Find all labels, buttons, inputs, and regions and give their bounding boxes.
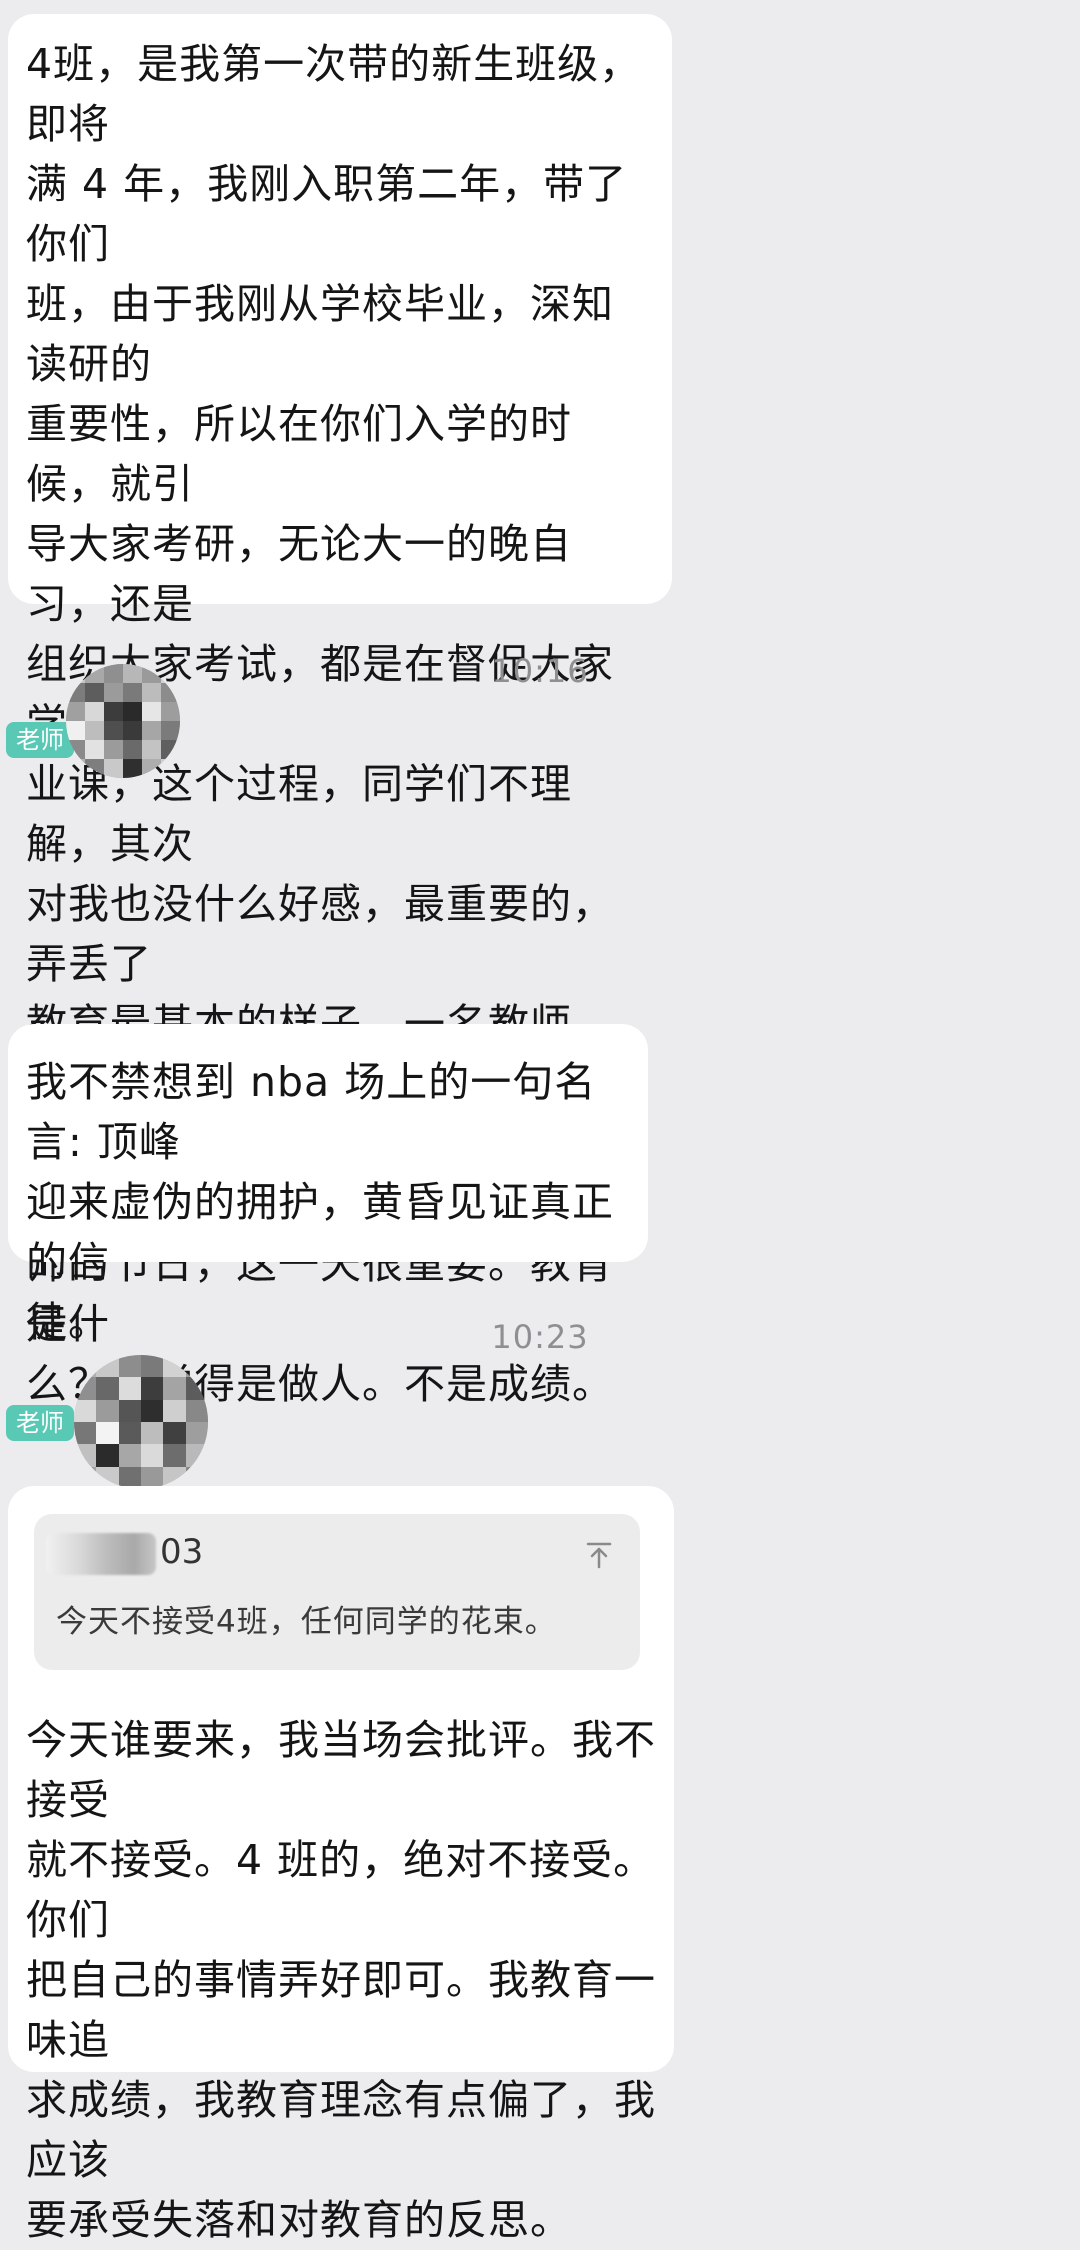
sender-row: 老师: [0, 664, 300, 804]
avatar-icon[interactable]: [74, 1355, 208, 1489]
quoted-text: 今天不接受4班，任何同学的花束。: [56, 1604, 557, 1640]
message-bubble-1[interactable]: 4班，是我第一次带的新生班级，即将 满 4 年，我刚入职第二年，带了你们 班，由…: [8, 14, 672, 1408]
avatar-icon[interactable]: [66, 664, 180, 778]
quoted-message[interactable]: 03 今天不接受4班，任何同学的花束。: [34, 1514, 640, 1670]
sender-row: 老师: [0, 1355, 300, 1495]
message-text-3: 今天谁要来，我当场会批评。我不接受 就不接受。4 班的，绝对不接受。你们 把自己…: [26, 1716, 656, 2244]
redacted-name: [46, 1532, 156, 1575]
message-bubble-3[interactable]: 03 今天不接受4班，任何同学的花束。 今天谁要来，我当场会批评。我不接受 就不…: [8, 1486, 674, 2244]
message-text-2: 我不禁想到 nba 场上的一句名言: 顶峰 迎来虚伪的拥护，黄昏见证真正的信 徒…: [26, 1058, 614, 1346]
quoted-sender: 03: [46, 1532, 203, 1575]
teacher-badge: 老师: [6, 722, 74, 758]
message-bubble-2[interactable]: 我不禁想到 nba 场上的一句名言: 顶峰 迎来虚伪的拥护，黄昏见证真正的信 徒…: [8, 1024, 648, 1346]
quoted-sender-suffix: 03: [160, 1532, 204, 1572]
pin-to-top-icon[interactable]: [584, 1540, 614, 1570]
chat-thread: 4班，是我第一次带的新生班级，即将 满 4 年，我刚入职第二年，带了你们 班，由…: [0, 0, 1080, 2244]
teacher-badge: 老师: [6, 1405, 74, 1441]
timestamp: 10:23: [491, 1318, 589, 1356]
